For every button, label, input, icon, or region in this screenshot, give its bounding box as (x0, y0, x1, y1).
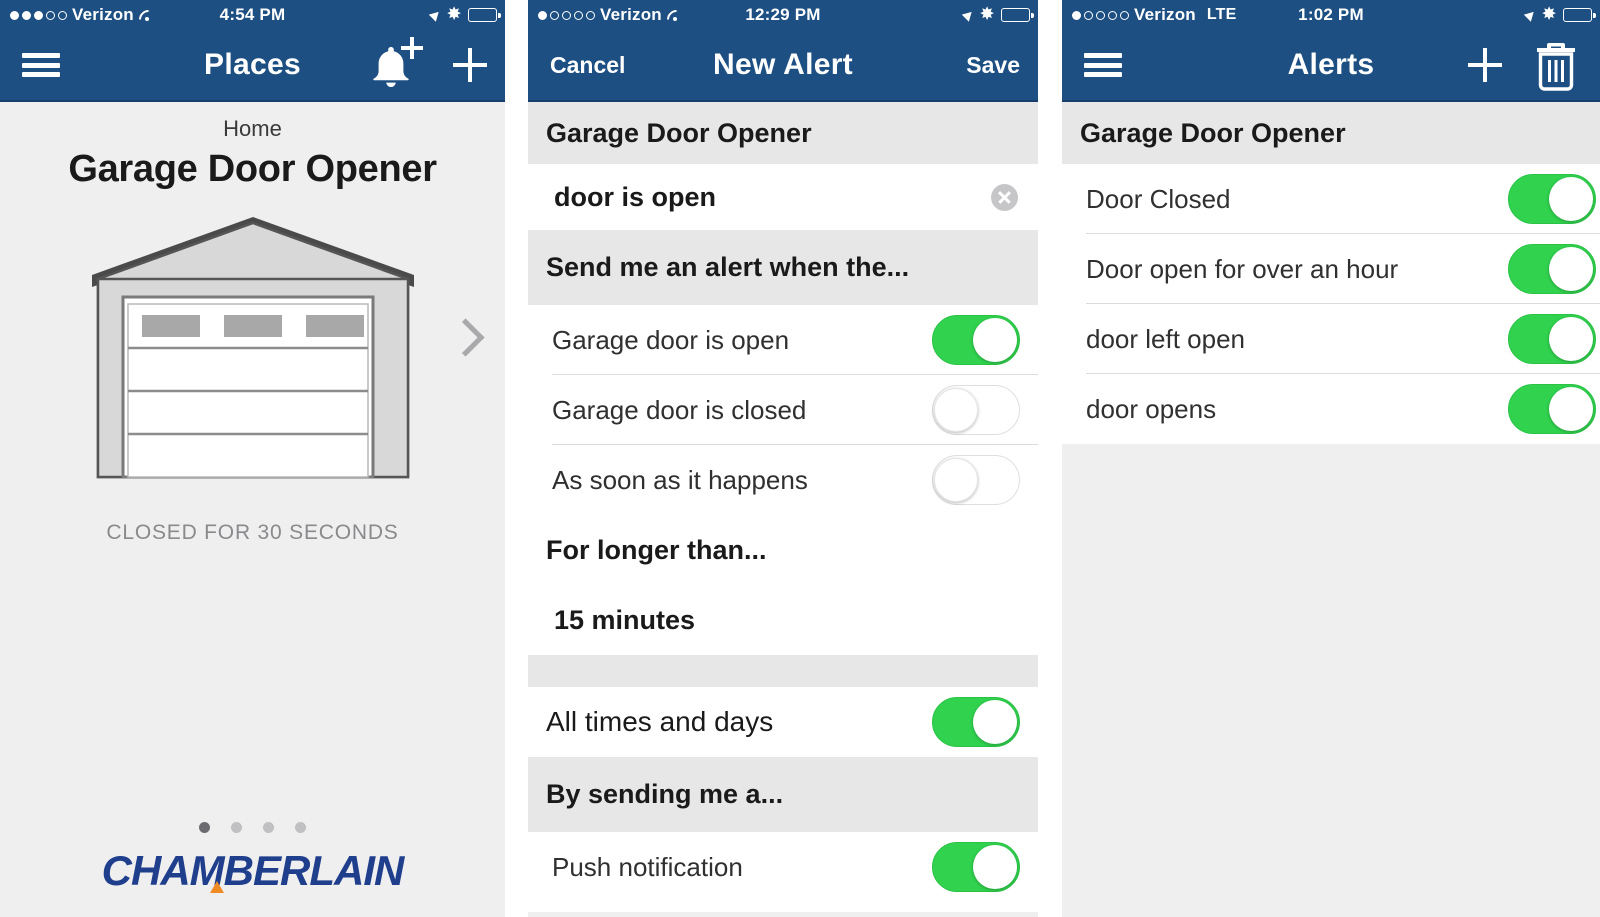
bluetooth-icon: ✸ (980, 6, 994, 23)
device-status-text: CLOSED FOR 30 SECONDS (106, 521, 399, 544)
alert-name-value: door is open (554, 181, 716, 212)
alert-row-door-left-open[interactable]: door left open (1062, 304, 1600, 374)
nav-bar-new-alert: Cancel New Alert Save (528, 30, 1038, 102)
toggle-switch[interactable] (932, 455, 1020, 505)
add-place-button[interactable] (453, 48, 487, 82)
brand-accent-mark (209, 881, 224, 893)
alert-row-door-closed[interactable]: Door Closed (1062, 164, 1600, 234)
toggle-switch[interactable] (1508, 384, 1596, 434)
location-arrow-icon (962, 8, 976, 22)
toggle-row-garage-door-closed[interactable]: Garage door is closed (528, 375, 1038, 445)
places-detail-body: Home Garage Door Opener CLOSED FOR 30 SE… (0, 102, 505, 917)
trash-icon[interactable] (1530, 37, 1582, 93)
breadcrumb: Home (223, 116, 282, 141)
clear-text-icon[interactable] (991, 183, 1018, 211)
section-header-delivery: By sending me a... (528, 757, 1038, 832)
toggle-switch[interactable] (932, 697, 1020, 747)
page-dot[interactable] (295, 822, 306, 833)
page-dot[interactable] (263, 822, 274, 833)
alert-row-door-open-over-an-hour[interactable]: Door open for over an hour (1062, 234, 1600, 304)
bluetooth-icon: ✸ (1542, 6, 1556, 23)
page-dots[interactable] (0, 822, 505, 833)
toggle-switch[interactable] (1508, 174, 1596, 224)
toggle-row-all-times-and-days[interactable]: All times and days (528, 687, 1038, 757)
nav-right-group (369, 30, 487, 100)
phone-panel-alerts: Verizon LTE 1:02 PM ✸ Alerts Garage Door… (1062, 0, 1600, 917)
row-label: Garage door is closed (552, 394, 807, 425)
row-label: Push notification (552, 851, 743, 882)
device-title: Garage Door Opener (68, 148, 437, 190)
battery-icon (468, 8, 501, 22)
location-arrow-icon (429, 8, 443, 22)
bell-add-icon[interactable] (369, 37, 425, 91)
nav-bar-places: Places (0, 30, 505, 102)
chevron-right-icon[interactable] (446, 318, 485, 357)
row-label: Door open for over an hour (1086, 253, 1399, 284)
section-header-trigger: Send me an alert when the... (528, 230, 1038, 305)
row-label: All times and days (546, 706, 774, 737)
plus-badge-icon (401, 37, 423, 59)
status-bar-right: ✸ (1524, 0, 1596, 30)
list-bottom-edge (528, 902, 1038, 912)
row-label: door opens (1086, 393, 1217, 424)
section-header-device: Garage Door Opener (528, 102, 1038, 164)
status-bar-right: ✸ (429, 0, 501, 30)
toggle-row-push-notification[interactable]: Push notification (528, 832, 1038, 902)
battery-icon (1563, 8, 1596, 22)
duration-value-row[interactable]: 15 minutes (528, 585, 1038, 655)
row-label: As soon as it happens (552, 464, 808, 495)
status-bar: Verizon LTE 1:02 PM ✸ (1062, 0, 1600, 30)
toggle-switch[interactable] (932, 315, 1020, 365)
alerts-list-body: Garage Door Opener Door Closed Door open… (1062, 102, 1600, 917)
nav-right-group: Save (966, 30, 1020, 100)
duration-value: 15 minutes (554, 604, 696, 635)
empty-list-area (1062, 444, 1600, 917)
section-header-device: Garage Door Opener (1062, 102, 1600, 164)
section-header-duration-row: For longer than... (528, 515, 1038, 585)
row-label: Door Closed (1086, 183, 1231, 214)
panel-footer: CHAMBERLAIN (0, 822, 505, 895)
status-bar: Verizon 4:54 PM ✸ (0, 0, 505, 30)
page-dot[interactable] (199, 822, 210, 833)
alert-name-field[interactable]: door is open (528, 164, 1038, 230)
bluetooth-icon: ✸ (447, 6, 461, 23)
toggle-switch[interactable] (932, 842, 1020, 892)
brand-logo-text: CHAMBERLAIN (101, 847, 405, 894)
garage-illustration-wrap[interactable] (0, 209, 505, 509)
phone-panel-new-alert: Verizon 12:29 PM ✸ Cancel New Alert Save… (528, 0, 1038, 917)
row-label: door left open (1086, 323, 1246, 354)
toggle-switch[interactable] (932, 385, 1020, 435)
new-alert-form: Garage Door Opener door is open Send me … (528, 102, 1038, 917)
nav-bar-alerts: Alerts (1062, 30, 1600, 102)
alert-row-door-opens[interactable]: door opens (1062, 374, 1600, 444)
row-label: Garage door is open (552, 324, 790, 355)
save-button[interactable]: Save (966, 52, 1020, 79)
section-spacer (528, 655, 1038, 687)
status-bar-right: ✸ (962, 0, 1034, 30)
phone-panel-places: Verizon 4:54 PM ✸ Places Home Garage Doo… (0, 0, 505, 917)
toggle-row-garage-door-open[interactable]: Garage door is open (528, 305, 1038, 375)
page-title: New Alert (713, 48, 853, 81)
status-bar: Verizon 12:29 PM ✸ (528, 0, 1038, 30)
brand-logo: CHAMBERLAIN (101, 847, 405, 895)
location-arrow-icon (1524, 8, 1538, 22)
status-bar-clock: 1:02 PM (1298, 5, 1364, 24)
page-dot[interactable] (231, 822, 242, 833)
section-header-duration: For longer than... (546, 534, 767, 565)
garage-door-closed-icon (91, 217, 414, 479)
battery-icon (1001, 8, 1034, 22)
toggle-switch[interactable] (1508, 314, 1596, 364)
add-alert-button[interactable] (1468, 48, 1502, 82)
nav-right-group (1468, 30, 1582, 100)
toggle-switch[interactable] (1508, 244, 1596, 294)
three-phone-screenshot-composite: Verizon 4:54 PM ✸ Places Home Garage Doo… (0, 0, 1600, 917)
toggle-row-as-soon-as-it-happens[interactable]: As soon as it happens (528, 445, 1038, 515)
